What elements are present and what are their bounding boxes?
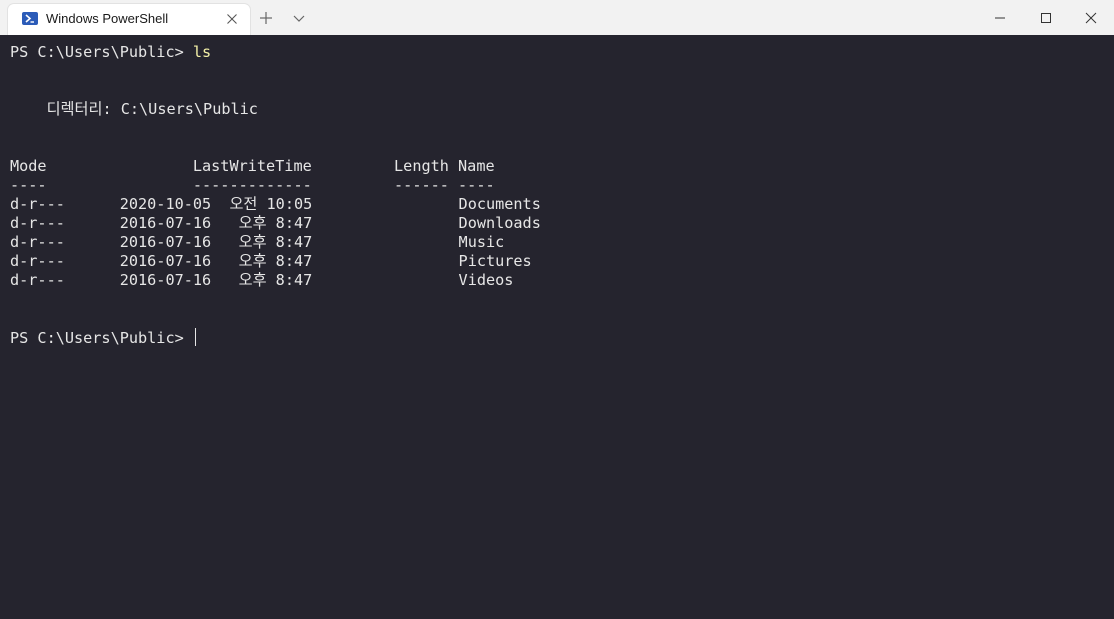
prompt: PS C:\Users\Public> (10, 329, 193, 347)
directory-line: 디렉터리: C:\Users\Public (10, 100, 258, 118)
table-header: Mode LastWriteTime Length Name (10, 157, 495, 175)
prompt-line: PS C:\Users\Public> ls (10, 43, 211, 62)
close-icon[interactable] (1068, 0, 1114, 35)
minimize-icon[interactable] (977, 0, 1023, 35)
prompt-line-current[interactable]: PS C:\Users\Public> (10, 328, 196, 347)
terminal-output[interactable]: PS C:\Users\Public> ls 디렉터리: C:\Users\Pu… (0, 35, 1114, 619)
table-row: d-r--- 2016-07-16 오후 8:47 Music (10, 233, 505, 251)
title-bar: Windows PowerShell (0, 0, 1114, 35)
table-row: d-r--- 2016-07-16 오후 8:47 Videos (10, 271, 514, 289)
command-text: ls (192, 43, 212, 61)
table-row: d-r--- 2020-10-05 오전 10:05 Documents (10, 195, 541, 213)
tab-close-icon[interactable] (223, 10, 241, 28)
maximize-icon[interactable] (1023, 0, 1069, 35)
plus-icon[interactable] (256, 8, 276, 28)
prompt: PS C:\Users\Public> (10, 43, 193, 61)
table-row: d-r--- 2016-07-16 오후 8:47 Pictures (10, 252, 532, 270)
table-row: d-r--- 2016-07-16 오후 8:47 Downloads (10, 214, 541, 232)
tab-windows-powershell[interactable]: Windows PowerShell (8, 4, 250, 35)
text-cursor (194, 328, 196, 346)
powershell-icon (22, 12, 38, 25)
tab-title: Windows PowerShell (46, 11, 169, 26)
chevron-down-icon[interactable] (289, 8, 309, 28)
table-separator: ---- ------------- ------ ---- (10, 176, 495, 194)
